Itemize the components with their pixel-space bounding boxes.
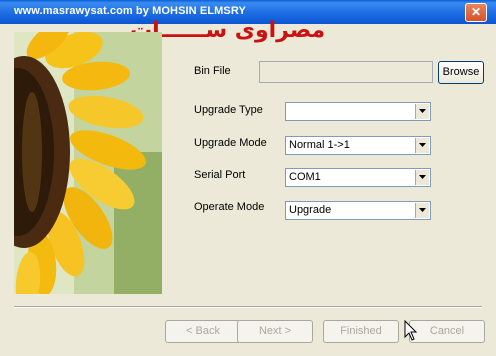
operate-mode-value: Upgrade: [289, 204, 332, 216]
sunflower-image: [14, 32, 162, 294]
bin-file-field[interactable]: [259, 61, 433, 83]
mouse-pointer-icon: [404, 319, 418, 345]
chevron-down-icon[interactable]: [415, 203, 429, 218]
divider: [14, 306, 482, 308]
finished-button[interactable]: Finished: [323, 320, 399, 343]
upgrade-mode-select[interactable]: Normal 1->1: [285, 136, 431, 155]
chevron-down-icon[interactable]: [415, 170, 429, 185]
upgrade-type-label: Upgrade Type: [194, 104, 263, 116]
chevron-down-icon[interactable]: [415, 104, 429, 119]
next-button[interactable]: Next >: [237, 320, 313, 343]
upgrade-type-select[interactable]: [285, 102, 431, 121]
bin-file-label: Bin File: [194, 65, 231, 77]
upgrade-mode-label: Upgrade Mode: [194, 137, 267, 149]
close-icon: ✕: [470, 5, 482, 19]
browse-button[interactable]: Browse: [438, 61, 484, 84]
upgrade-mode-value: Normal 1->1: [289, 139, 350, 151]
serial-port-select[interactable]: COM1: [285, 168, 431, 187]
serial-port-label: Serial Port: [194, 169, 246, 181]
cancel-button[interactable]: Cancel: [409, 320, 485, 343]
chevron-down-icon[interactable]: [415, 138, 429, 153]
serial-port-value: COM1: [289, 171, 321, 183]
back-button[interactable]: < Back: [165, 320, 241, 343]
close-button[interactable]: ✕: [465, 3, 487, 22]
operate-mode-select[interactable]: Upgrade: [285, 201, 431, 220]
operate-mode-label: Operate Mode: [194, 201, 265, 213]
sunflower-graphic: [14, 32, 162, 294]
window-title: www.masrawysat.com by MOHSIN ELMSRY: [14, 5, 246, 17]
